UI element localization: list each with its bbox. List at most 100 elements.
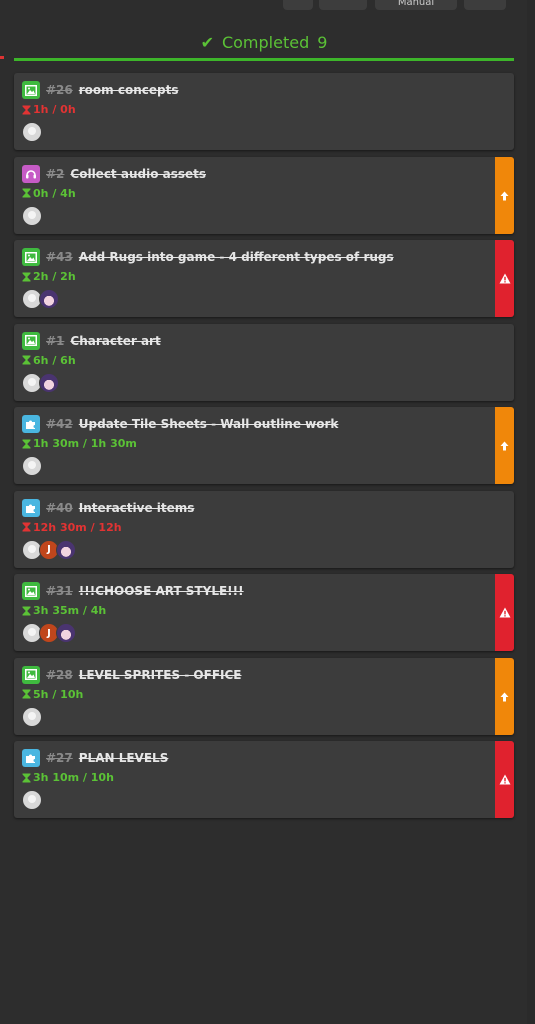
task-title[interactable]: !!!CHOOSE ART STYLE!!! — [79, 584, 244, 598]
arrow-up-icon — [500, 687, 509, 706]
avatar[interactable] — [22, 706, 42, 727]
time-tracking: 0h / 4h — [22, 187, 76, 200]
arrow-up-icon — [500, 436, 509, 455]
image-icon — [22, 331, 40, 350]
task-title[interactable]: Character art — [70, 334, 160, 348]
hourglass-icon — [22, 689, 31, 699]
avatar[interactable] — [22, 790, 42, 810]
task-title[interactable]: Interactive items — [79, 501, 195, 515]
puzzle-icon — [22, 415, 40, 433]
task-card[interactable]: #31 !!!CHOOSE ART STYLE!!! 3h 35m / 4h J — [14, 574, 514, 651]
time-value: 12h 30m / 12h — [33, 520, 122, 534]
column-count: 9 — [317, 32, 328, 52]
task-number[interactable]: #26 — [46, 83, 73, 97]
avatar[interactable] — [39, 372, 59, 393]
column-title: Completed — [221, 32, 310, 52]
assignees: J — [22, 623, 76, 643]
time-tracking: 3h 10m / 10h — [22, 771, 114, 784]
task-title[interactable]: PLAN LEVELS — [79, 751, 169, 765]
image-icon — [22, 81, 40, 99]
filter-button[interactable] — [319, 0, 367, 10]
time-value: 1h 30m / 1h 30m — [33, 437, 137, 450]
task-title[interactable]: Add Rugs into game - 4 different types o… — [79, 250, 394, 264]
priority-flag[interactable] — [495, 741, 514, 818]
time-tracking: 1h / 0h — [22, 103, 76, 116]
puzzle-icon — [22, 498, 40, 517]
avatar[interactable] — [22, 122, 42, 142]
priority-flag[interactable] — [495, 240, 514, 317]
time-value: 6h / 6h — [33, 353, 76, 367]
task-number[interactable]: #40 — [46, 501, 73, 515]
hourglass-icon — [22, 522, 31, 532]
time-tracking: 2h / 2h — [22, 270, 76, 283]
task-card[interactable]: #28 LEVEL SPRITES - OFFICE 5h / 10h — [14, 657, 514, 735]
time-value: 3h 10m / 10h — [33, 771, 114, 784]
time-value: 3h 35m / 4h — [33, 604, 107, 617]
time-tracking: 1h 30m / 1h 30m — [22, 437, 137, 450]
time-value: 5h / 10h — [33, 687, 84, 701]
task-title[interactable]: room concepts — [79, 83, 179, 97]
task-number[interactable]: #2 — [46, 167, 64, 181]
settings-button[interactable] — [464, 0, 506, 10]
arrow-up-icon — [500, 186, 509, 205]
priority-flag[interactable] — [495, 407, 514, 484]
task-card[interactable]: #27 PLAN LEVELS 3h 10m / 10h — [14, 741, 514, 818]
task-card[interactable]: #1 Character art 6h / 6h — [14, 323, 514, 401]
task-title[interactable]: LEVEL SPRITES - OFFICE — [79, 668, 242, 682]
image-icon — [22, 665, 40, 684]
hourglass-icon — [22, 105, 31, 115]
assignees: J — [22, 539, 76, 560]
time-tracking: 5h / 10h — [22, 688, 83, 701]
task-card[interactable]: #43 Add Rugs into game - 4 different type… — [14, 240, 514, 317]
assignees — [22, 122, 42, 142]
time-tracking: 3h 35m / 4h — [22, 604, 106, 617]
scrollbar-track[interactable] — [527, 0, 535, 1024]
task-title[interactable]: Collect audio assets — [70, 167, 206, 181]
assignees — [22, 289, 59, 309]
warning-icon — [499, 603, 511, 622]
task-card[interactable]: #42 Update Tile Sheets - Wall outline wor… — [14, 407, 514, 484]
time-tracking: 6h / 6h — [22, 354, 76, 367]
task-number[interactable]: #31 — [46, 584, 73, 598]
priority-flag[interactable] — [495, 574, 514, 651]
assignees — [22, 372, 59, 393]
hourglass-icon — [22, 355, 31, 365]
hourglass-icon — [22, 439, 31, 449]
priority-flag[interactable] — [495, 657, 514, 735]
avatar[interactable] — [39, 289, 59, 309]
avatar[interactable] — [56, 539, 76, 560]
hourglass-icon — [22, 606, 31, 616]
assignees — [22, 790, 42, 810]
headphones-icon — [22, 164, 40, 183]
task-number[interactable]: #1 — [46, 334, 64, 348]
avatar[interactable] — [22, 205, 42, 226]
hourglass-icon — [22, 272, 31, 282]
task-number[interactable]: #27 — [46, 751, 73, 765]
task-number[interactable]: #42 — [46, 417, 73, 431]
task-card[interactable]: #26 room concepts 1h / 0h — [14, 73, 514, 150]
image-icon — [22, 582, 40, 600]
hourglass-icon — [22, 773, 31, 783]
task-card[interactable]: #40 Interactive items 12h 30m / 12h J — [14, 490, 514, 568]
avatar[interactable] — [22, 456, 42, 476]
time-tracking: 12h 30m / 12h — [22, 521, 122, 534]
check-icon: ✔ — [200, 32, 214, 52]
search-button[interactable] — [283, 0, 313, 10]
warning-icon — [499, 269, 511, 288]
priority-flag[interactable] — [495, 156, 514, 234]
time-value: 0h / 4h — [33, 186, 76, 200]
task-title[interactable]: Update Tile Sheets - Wall outline work — [79, 417, 339, 431]
task-number[interactable]: #43 — [46, 250, 73, 264]
column-header-underline — [14, 58, 514, 61]
column-header[interactable]: ✔ Completed 9 — [14, 28, 514, 56]
assignees — [22, 456, 42, 476]
hourglass-icon — [22, 188, 31, 198]
avatar[interactable] — [56, 623, 76, 643]
task-number[interactable]: #28 — [46, 668, 73, 682]
top-toolbar: Manual — [0, 0, 535, 12]
time-value: 2h / 2h — [33, 270, 76, 283]
image-icon — [22, 248, 40, 266]
manual-sort-button[interactable]: Manual — [375, 0, 457, 10]
warning-icon — [499, 770, 511, 789]
task-card[interactable]: #2 Collect audio assets 0h / 4h — [14, 156, 514, 234]
